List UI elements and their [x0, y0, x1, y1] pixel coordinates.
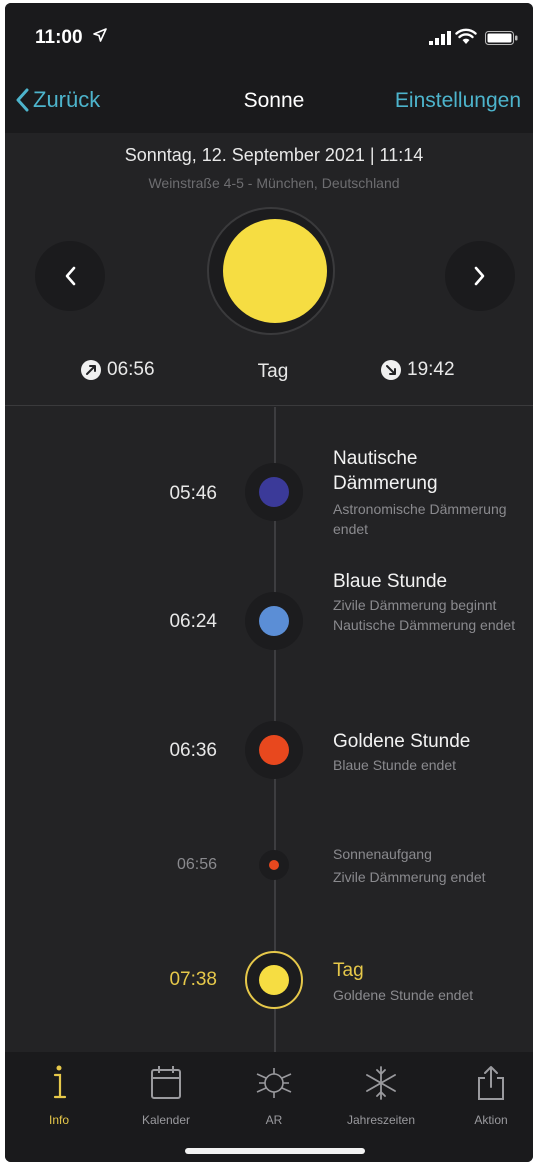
- sunset-time-value: 19:42: [407, 359, 455, 380]
- event-marker: [245, 463, 303, 521]
- date-time-label: Sonntag, 12. September 2021 | 11:14: [124, 145, 424, 165]
- event-description: Zivile Dämmerung endet: [333, 869, 486, 885]
- event-time: 06:24: [169, 611, 217, 632]
- event-dot: [259, 965, 289, 995]
- event-description: Goldene Stunde endet: [333, 987, 474, 1003]
- location-arrow-icon: [93, 28, 107, 42]
- chevron-left-icon: [65, 266, 76, 286]
- event-dot: [269, 860, 279, 870]
- chevron-right-icon: [474, 266, 485, 286]
- share-icon: [478, 1066, 504, 1100]
- event-time: 06:36: [169, 740, 217, 761]
- sun-icon: [223, 219, 327, 323]
- event-marker: [245, 592, 303, 650]
- battery-icon: [485, 31, 518, 45]
- tab-jahreszeiten[interactable]: Jahreszeiten: [331, 1064, 431, 1127]
- sunset-time: 19:42: [381, 359, 455, 381]
- previous-day-button[interactable]: [35, 241, 105, 311]
- phone-screen: 11:00 Zurück Sonne Einstellungen Sonntag…: [5, 3, 533, 1162]
- tab-label: Info: [48, 1113, 69, 1127]
- tab-aktion[interactable]: Aktion: [441, 1064, 533, 1127]
- day-phase-label: Tag: [257, 361, 289, 382]
- event-name: Blaue Stunde: [333, 571, 448, 592]
- event-dot: [259, 606, 289, 636]
- calendar-icon: [151, 1066, 181, 1099]
- status-time: 11:00: [35, 27, 83, 48]
- status-bar: 11:00: [5, 3, 533, 75]
- tab-bar: Info Kalender AR Jahreszeiten Aktion: [5, 1052, 533, 1162]
- event-marker: [245, 721, 303, 779]
- location-address: Weinstraße 4-5 - München, Deutschland: [148, 175, 400, 191]
- settings-button[interactable]: Einstellungen: [395, 89, 521, 113]
- event-name: Nautische Dämmerung: [333, 448, 438, 494]
- tab-info[interactable]: Info: [9, 1064, 109, 1127]
- event-time: 06:56: [176, 856, 217, 873]
- event-description: Astronomische Dämmerung endet: [333, 501, 507, 537]
- divider: [5, 405, 533, 406]
- event-name: Sonnenaufgang: [333, 846, 432, 862]
- navigation-bar: Zurück Sonne Einstellungen: [5, 75, 533, 133]
- tab-ar[interactable]: AR: [224, 1064, 324, 1127]
- ar-icon: [256, 1068, 292, 1098]
- event-marker: [245, 951, 303, 1009]
- event-description: Zivile Dämmerung beginnt Nautische Dämme…: [333, 597, 516, 633]
- event-dot: [259, 477, 289, 507]
- event-name: Tag: [333, 960, 364, 981]
- snowflake-icon: [366, 1066, 396, 1100]
- event-marker: [259, 850, 289, 880]
- sunset-icon: [381, 360, 401, 380]
- sunrise-time-value: 06:56: [107, 359, 155, 380]
- event-name: Goldene Stunde: [333, 731, 471, 752]
- event-time: 05:46: [169, 483, 217, 504]
- info-icon: [53, 1065, 67, 1099]
- next-day-button[interactable]: [445, 241, 515, 311]
- event-description: Blaue Stunde endet: [333, 757, 456, 773]
- tab-label: AR: [265, 1113, 283, 1127]
- sunrise-time: 06:56: [81, 359, 155, 381]
- event-dot: [259, 735, 289, 765]
- event-time: 07:38: [169, 969, 217, 990]
- tab-label: Kalender: [141, 1113, 191, 1127]
- cellular-signal-icon: [429, 31, 451, 45]
- wifi-icon: [455, 28, 477, 44]
- tab-label: Jahreszeiten: [346, 1113, 416, 1127]
- tab-kalender[interactable]: Kalender: [116, 1064, 216, 1127]
- sunrise-icon: [81, 360, 101, 380]
- home-indicator[interactable]: [185, 1148, 365, 1154]
- tab-label: Aktion: [474, 1113, 508, 1127]
